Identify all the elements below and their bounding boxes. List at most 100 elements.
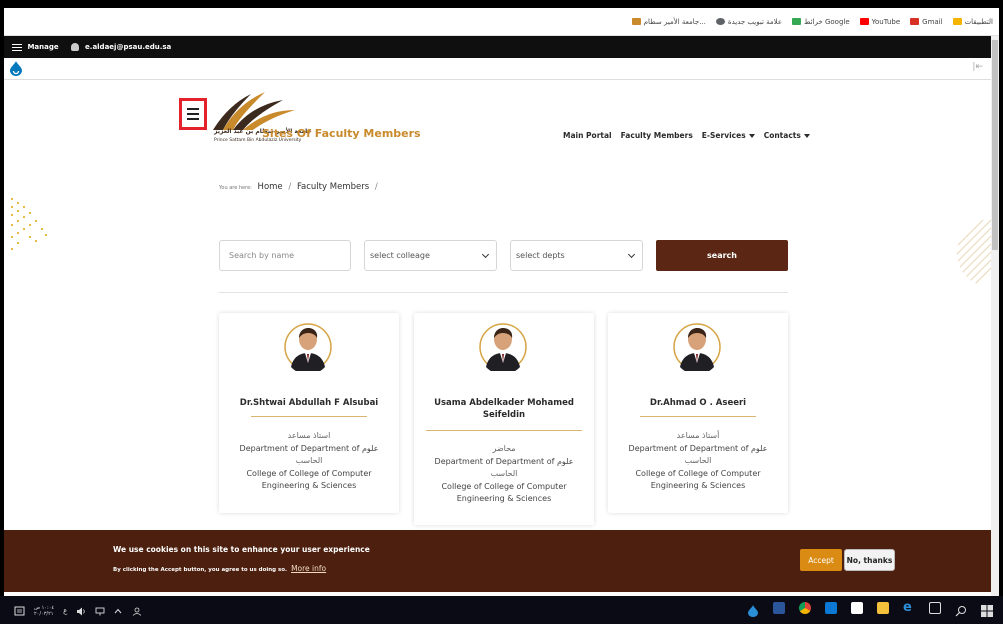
faculty-title: محاضر	[492, 444, 516, 453]
breadcrumb: You are here: Home / Faculty Members /	[219, 182, 381, 192]
word-icon[interactable]	[773, 602, 785, 614]
department-select[interactable]: select depts	[510, 240, 643, 271]
chevron-up-icon[interactable]	[114, 608, 122, 614]
faculty-info: أستاذ مساعد Department of Department of …	[616, 430, 780, 493]
site-title[interactable]: Sites Of Faculty Members	[262, 127, 421, 140]
faculty-college: College of College of Computer Engineeri…	[246, 468, 372, 491]
notification-icon[interactable]	[14, 606, 25, 617]
clock[interactable]: ١٠:٠٤ ص ٢٠/٠٣/٢١	[34, 605, 54, 617]
caret-down-icon	[748, 134, 755, 138]
search-button[interactable]: search	[656, 240, 788, 271]
nav-e-services[interactable]: E-Services	[702, 131, 755, 140]
faculty-card[interactable]: Usama Abdelkader Mohamed Seifeldin محاضر…	[414, 313, 594, 525]
faculty-department: Department of Department of علوم	[434, 456, 574, 466]
network-icon[interactable]	[95, 607, 105, 616]
bookmark-label: Gmail	[922, 17, 943, 26]
card-divider	[251, 416, 367, 417]
hatched-circle-decoration	[957, 219, 991, 287]
edge-icon[interactable]: e	[903, 601, 915, 614]
faculty-college: College of College of Computer Engineeri…	[441, 481, 567, 504]
manage-button[interactable]: Manage	[12, 43, 59, 51]
menu-icon	[12, 43, 22, 51]
faculty-department-ar: الحاسب	[295, 456, 323, 465]
gmail-icon	[910, 18, 920, 25]
faculty-name[interactable]: Dr.Ahmad O . Aseeri	[616, 397, 780, 409]
windows-start-icon[interactable]	[981, 602, 993, 617]
cookie-description-text: By clicking the Accept button, you agree…	[113, 567, 288, 573]
window-frame-top	[0, 0, 1003, 8]
faculty-info: محاضر Department of Department of علوم ا…	[422, 443, 586, 506]
task-view-icon[interactable]	[929, 602, 941, 614]
bookmark-label: خرائط Google	[804, 17, 850, 26]
system-tray: ١٠:٠٤ ص ٢٠/٠٣/٢١ ع	[14, 605, 142, 617]
bookmark-new-tab[interactable]: علامة تبويب جديدة	[715, 17, 783, 26]
os-taskbar: ١٠:٠٤ ص ٢٠/٠٣/٢١ ع e	[0, 596, 1003, 624]
avatar	[479, 323, 527, 371]
bookmark-youtube[interactable]: YouTube	[859, 17, 901, 26]
menu-toggle-button[interactable]	[179, 98, 207, 130]
avatar	[673, 323, 721, 371]
faculty-department: Department of Department of علوم	[628, 443, 768, 453]
dotted-pattern-decoration	[10, 197, 48, 251]
toolbar-collapse-icon[interactable]: |⇤	[972, 62, 983, 72]
cookie-title: We use cookies on this site to enhance y…	[113, 545, 370, 554]
card-divider	[426, 430, 582, 431]
speaker-icon[interactable]	[76, 607, 86, 616]
breadcrumb-home[interactable]: Home	[258, 182, 283, 192]
faculty-department-ar: الحاسب	[684, 456, 712, 465]
bookmark-apps[interactable]: التطبيقات	[952, 17, 993, 26]
manage-label: Manage	[27, 43, 59, 51]
cookie-description: By clicking the Accept button, you agree…	[113, 564, 326, 573]
nav-contacts[interactable]: Contacts	[764, 131, 810, 140]
mail-icon[interactable]	[825, 602, 837, 614]
main-navigation: Main Portal Faculty Members E-Services C…	[563, 131, 810, 140]
decline-cookies-button[interactable]: No, thanks	[844, 549, 895, 571]
faculty-title: استاذ مساعد	[287, 431, 331, 440]
faculty-info: استاذ مساعد Department of Department of …	[227, 430, 391, 493]
faculty-card[interactable]: Dr.Shtwai Abdullah F Alsubai استاذ مساعد…	[219, 313, 399, 513]
user-icon	[70, 43, 79, 51]
psau-logo-icon	[631, 18, 641, 25]
college-select[interactable]: select colleage	[364, 240, 497, 271]
bookmark-psau[interactable]: جامعة الأمير سطام...	[631, 17, 706, 26]
breadcrumb-separator: /	[288, 182, 292, 192]
university-logo[interactable]	[209, 92, 304, 152]
bookmark-gmail[interactable]: Gmail	[910, 17, 943, 26]
input-language[interactable]: ع	[63, 607, 67, 615]
file-explorer-icon[interactable]	[877, 602, 889, 614]
breadcrumb-separator: /	[374, 182, 378, 192]
faculty-department-ar: الحاسب	[490, 469, 518, 478]
bookmark-label: جامعة الأمير سطام...	[643, 17, 706, 26]
chrome-icon[interactable]	[799, 602, 811, 614]
faculty-name[interactable]: Usama Abdelkader Mohamed Seifeldin	[422, 397, 586, 421]
bookmark-label: التطبيقات	[964, 17, 993, 26]
drupal-drop-icon[interactable]	[10, 61, 22, 76]
scrollbar-thumb[interactable]	[992, 40, 998, 250]
accept-cookies-button[interactable]: Accept	[800, 549, 842, 571]
card-divider	[640, 416, 756, 417]
page-scrollbar[interactable]	[991, 36, 999, 596]
faculty-card[interactable]: Dr.Ahmad O . Aseeri أستاذ مساعد Departme…	[608, 313, 788, 513]
bookmark-google-maps[interactable]: خرائط Google	[792, 18, 850, 26]
nav-faculty-members[interactable]: Faculty Members	[621, 131, 693, 140]
search-icon[interactable]	[955, 602, 967, 617]
faculty-college: College of College of Computer Engineeri…	[635, 468, 761, 491]
store-icon[interactable]	[851, 602, 863, 614]
apps-grid-icon	[952, 18, 962, 25]
search-by-name-input[interactable]	[219, 240, 351, 271]
caret-down-icon	[803, 134, 810, 138]
site-header: جامعة الأمير سطام بن عبد العزيز Prince S…	[4, 80, 991, 165]
chevron-down-icon	[481, 250, 490, 258]
people-icon[interactable]	[131, 607, 142, 616]
breadcrumb-faculty-members[interactable]: Faculty Members	[297, 182, 369, 192]
drupal-app-icon[interactable]	[747, 602, 759, 617]
bookmark-label: YouTube	[871, 17, 901, 26]
nav-main-portal[interactable]: Main Portal	[563, 131, 612, 140]
breadcrumb-prefix: You are here:	[219, 185, 252, 191]
user-menu-button[interactable]: e.aldaej@psau.edu.sa	[70, 43, 171, 51]
faculty-name[interactable]: Dr.Shtwai Abdullah F Alsubai	[227, 397, 391, 409]
more-info-link[interactable]: More info	[291, 564, 326, 573]
bookmark-label: علامة تبويب جديدة	[727, 17, 783, 26]
nav-label: E-Services	[701, 131, 746, 140]
admin-tray: |⇤	[4, 58, 991, 80]
